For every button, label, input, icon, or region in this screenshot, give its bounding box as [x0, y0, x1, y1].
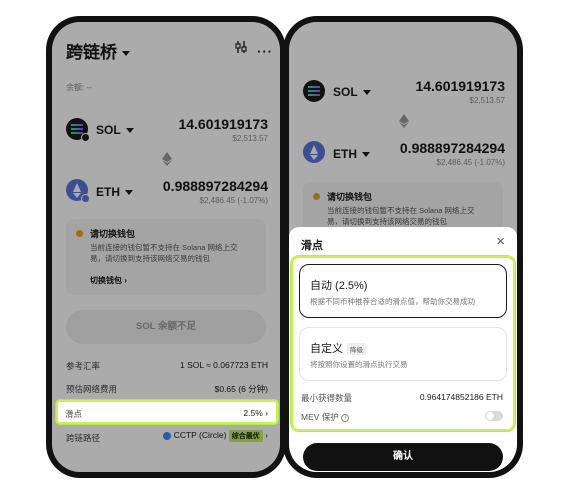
- custom-option-tag: 降级: [347, 343, 366, 356]
- to-amount: 0.988897284294: [162, 178, 268, 194]
- swap-direction-icon[interactable]: [398, 114, 410, 128]
- from-fiat: $2,513.57: [232, 134, 268, 143]
- switch-wallet-warning: 请切换钱包 当前连接的钱包暂不支持在 Solana 网络上交易，请切换到支持该网…: [66, 219, 266, 295]
- custom-option-title: 自定义 降级: [310, 340, 366, 356]
- to-token-selector[interactable]: ETH: [96, 185, 133, 199]
- chevron-down-icon: [125, 128, 134, 134]
- network-fee-value: $0.65 (6 分钟): [214, 384, 268, 394]
- insufficient-balance-button[interactable]: SOL 余额不足: [66, 310, 266, 344]
- eth-token-icon: [66, 179, 90, 203]
- network-fee-label: 预估网络费用: [66, 384, 118, 394]
- confirm-button[interactable]: 确认: [303, 443, 503, 471]
- sol-token-icon: [66, 118, 90, 142]
- from-amount[interactable]: 14.601919173: [178, 116, 268, 132]
- rate-label: 参考汇率: [66, 361, 101, 371]
- rate-value: 1 SOL ≈ 0.067723 ETH: [180, 360, 268, 370]
- from-fiat: $2,513.57: [469, 96, 505, 105]
- to-fiat: $2,486.45 (-1.07%): [436, 158, 506, 167]
- mev-protection-label: MEV 保护 i: [301, 411, 350, 423]
- switch-wallet-warning: 请切换钱包 当前连接的钱包暂不支持在 Solana 网络上交易，请切换到支持该网…: [303, 182, 503, 232]
- to-token-selector[interactable]: ETH: [333, 147, 370, 161]
- custom-slippage-option[interactable]: 自定义 降级 将按照你设置的滑点执行交易: [299, 327, 507, 381]
- from-token-selector[interactable]: SOL: [333, 85, 371, 99]
- slippage-label: 滑点: [65, 409, 83, 419]
- page-title[interactable]: 跨链桥: [66, 38, 130, 63]
- warning-body: 当前连接的钱包暂不支持在 Solana 网络上交易，请切换到支持该网络交易的钱包: [90, 243, 238, 263]
- slippage-value: 2.5% ›: [243, 408, 268, 418]
- auto-option-title: 自动 (2.5%): [310, 280, 368, 292]
- warning-icon: [76, 230, 83, 237]
- min-receive-label: 最小获得数量: [301, 393, 353, 403]
- to-amount: 0.988897284294: [399, 140, 505, 156]
- warning-title: 请切换钱包: [327, 192, 373, 202]
- mev-protection-toggle[interactable]: [485, 411, 503, 421]
- left-screen: 跨链桥 ··· 余额: -- SOL 14.601919173 $2,513.5…: [52, 22, 280, 472]
- custom-option-desc: 将按照你设置的滑点执行交易: [310, 360, 408, 369]
- slippage-sheet: 滑点 × 自动 (2.5%) 根据不同币种推荐合适的滑点值，帮助你交易成功 自定…: [289, 227, 517, 472]
- close-icon[interactable]: ×: [496, 233, 505, 250]
- warning-icon: [313, 193, 320, 200]
- chevron-down-icon: [125, 190, 133, 196]
- best-route-badge: 综合最优: [228, 430, 263, 442]
- chevron-down-icon: [362, 152, 370, 158]
- min-receive-value: 0.964174852186 ETH: [419, 392, 503, 402]
- settings-sliders-icon[interactable]: [234, 40, 248, 54]
- switch-wallet-link[interactable]: 切换钱包 ›: [90, 275, 127, 286]
- right-screen: SOL 14.601919173 $2,513.57 ETH 0.9888972…: [289, 22, 517, 472]
- chevron-down-icon: [362, 90, 371, 96]
- eth-token-icon: [303, 141, 325, 163]
- from-token-selector[interactable]: SOL: [96, 123, 134, 137]
- more-icon[interactable]: ···: [257, 44, 273, 59]
- route-value[interactable]: CCTP (Circle) 综合最优 ›: [163, 430, 268, 442]
- circle-icon: [163, 431, 172, 440]
- warning-body: 当前连接的钱包暂不支持在 Solana 网络上交易，请切换到支持该网络交易的钱包: [327, 206, 475, 226]
- left-phone: 跨链桥 ··· 余额: -- SOL 14.601919173 $2,513.5…: [46, 16, 286, 478]
- info-icon[interactable]: i: [341, 413, 350, 422]
- balance-label: 余额: --: [66, 83, 92, 92]
- from-amount[interactable]: 14.601919173: [415, 78, 505, 94]
- route-label: 跨链路径: [66, 433, 101, 443]
- right-phone: SOL 14.601919173 $2,513.57 ETH 0.9888972…: [283, 16, 523, 478]
- auto-option-desc: 根据不同币种推荐合适的滑点值，帮助你交易成功: [310, 297, 475, 306]
- sheet-title: 滑点: [301, 240, 323, 252]
- slippage-row[interactable]: 滑点 2.5% ›: [56, 400, 278, 424]
- swap-direction-icon[interactable]: [161, 152, 173, 166]
- chevron-down-icon: [122, 51, 130, 57]
- to-fiat: $2,486.45 (-1.07%): [199, 196, 269, 205]
- sol-token-icon: [303, 80, 325, 102]
- auto-slippage-option[interactable]: 自动 (2.5%) 根据不同币种推荐合适的滑点值，帮助你交易成功: [299, 264, 507, 318]
- warning-title: 请切换钱包: [90, 229, 136, 239]
